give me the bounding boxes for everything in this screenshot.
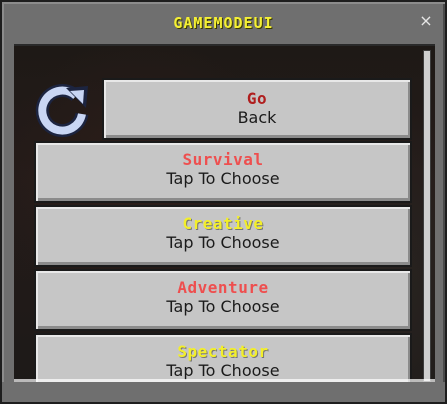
survival-label: Survival (182, 150, 264, 169)
spectator-sublabel: Tap To Choose (166, 361, 280, 380)
adventure-button[interactable]: Adventure Tap To Choose (34, 269, 412, 331)
creative-button[interactable]: Creative Tap To Choose (34, 205, 412, 267)
survival-sublabel: Tap To Choose (166, 169, 280, 188)
creative-label: Creative (182, 214, 264, 233)
go-back-button[interactable]: Go Back (102, 78, 412, 140)
title-bar: GAMEMODEUI × (2, 2, 445, 42)
dialog-bottom-border (2, 382, 445, 402)
creative-sublabel: Tap To Choose (166, 233, 280, 252)
adventure-sublabel: Tap To Choose (166, 297, 280, 316)
close-icon[interactable]: × (417, 12, 435, 30)
go-back-label: Go (246, 89, 268, 108)
go-back-sublabel: Back (237, 108, 277, 127)
content-panel: Go Back Survival Tap To Choose Creative … (14, 44, 435, 383)
gamemode-dialog: GAMEMODEUI × Go Back Survival Tap To Cho… (0, 0, 447, 404)
spectator-button[interactable]: Spectator Tap To Choose (34, 333, 412, 383)
refresh-icon[interactable] (32, 82, 94, 142)
survival-button[interactable]: Survival Tap To Choose (34, 141, 412, 203)
scrollbar[interactable] (423, 50, 431, 382)
dialog-title: GAMEMODEUI (173, 14, 274, 32)
spectator-label: Spectator (177, 342, 269, 361)
adventure-label: Adventure (177, 278, 269, 297)
